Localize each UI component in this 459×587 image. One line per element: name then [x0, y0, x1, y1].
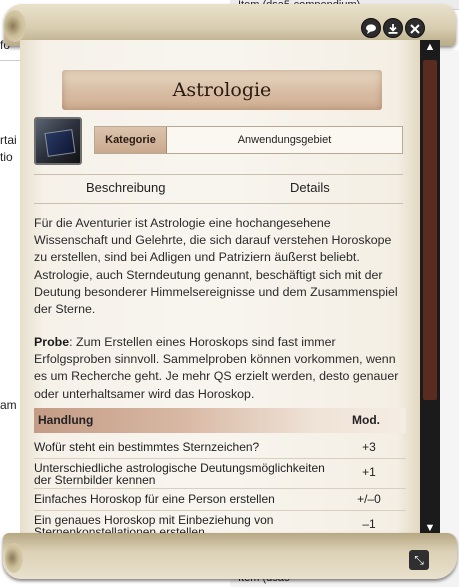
download-button[interactable]	[383, 18, 403, 38]
table-cell-mod: +3	[362, 440, 376, 454]
description-text: Für die Aventurier ist Astrologie eine h…	[34, 216, 398, 317]
table-divider	[34, 458, 406, 459]
probe-text: Probe: Zum Erstellen eines Horoskops sin…	[34, 334, 406, 403]
table-cell-action: Unterschiedliche astrologische Deutungsm…	[34, 461, 325, 487]
background-text-fragment: am	[0, 398, 17, 412]
table-cell-action: Ein genaues Horoskop mit Einbeziehung vo…	[34, 513, 274, 535]
vertical-scrollbar[interactable]: ▲ ▼	[420, 40, 440, 535]
column-header-mod: Mod.	[352, 413, 380, 427]
category-label: Kategorie	[95, 127, 167, 153]
table-cell-mod: +/–0	[357, 492, 381, 506]
table-cell-action: Einfaches Horoskop für eine Person erste…	[34, 492, 275, 506]
scrollbar-thumb[interactable]	[423, 60, 437, 400]
table-header: Handlung Mod.	[34, 408, 406, 433]
table-cell-action: Wofür steht ein bestimmtes Sternzeichen?	[34, 440, 260, 454]
tabs-divider-bottom	[34, 203, 403, 204]
resize-icon: ⤡	[414, 553, 424, 567]
item-image[interactable]	[34, 117, 82, 165]
scroll-up-arrow-icon[interactable]: ▲	[420, 40, 440, 54]
table-divider	[34, 488, 406, 489]
chat-button[interactable]	[361, 18, 381, 38]
tab-beschreibung[interactable]: Beschreibung	[86, 180, 166, 195]
close-icon	[409, 24, 421, 38]
probe-label: Probe	[34, 335, 70, 349]
tab-details[interactable]: Details	[290, 180, 330, 195]
close-button[interactable]	[405, 18, 425, 38]
background-text-fragment: rtai	[0, 133, 17, 147]
tabs-divider-top	[34, 174, 403, 175]
table-cell-mod: –1	[362, 517, 376, 531]
scroll-bottom-roll	[3, 533, 457, 579]
background-text-fragment: tio	[0, 150, 13, 164]
probe-body: : Zum Erstellen eines Horoskops sind fas…	[34, 335, 399, 401]
download-icon	[387, 24, 399, 38]
item-title: Astrologie	[62, 70, 382, 110]
speech-bubble-icon	[365, 24, 377, 38]
table-divider	[34, 510, 406, 511]
category-value: Anwendungsgebiet	[237, 134, 332, 146]
item-sheet: Astrologie Kategorie Anwendungsgebiet Be…	[20, 40, 420, 535]
category-field: Kategorie Anwendungsgebiet	[94, 126, 403, 154]
column-header-action: Handlung	[38, 413, 94, 427]
background-divider	[0, 60, 22, 61]
table-cell-mod: +1	[362, 465, 376, 479]
resize-handle[interactable]: ⤡	[409, 550, 429, 570]
